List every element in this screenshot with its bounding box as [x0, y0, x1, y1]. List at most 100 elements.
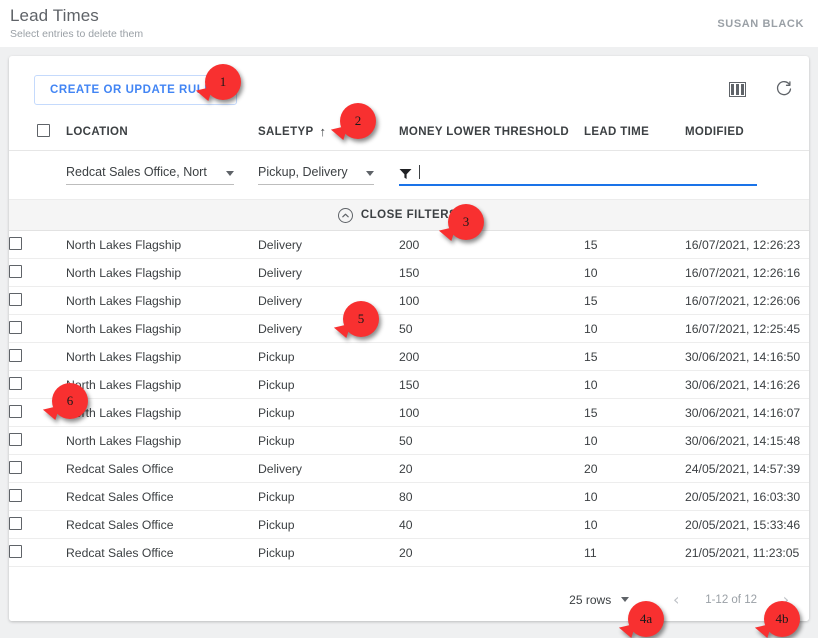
table-row[interactable]: North Lakes Flagship Delivery 50 10 16/07/20… — [9, 314, 809, 343]
row-select-cell — [9, 286, 66, 315]
row-checkbox[interactable] — [9, 460, 22, 474]
row-select-cell — [9, 342, 66, 371]
table-filter-section: Redcat Sales Office, Nort Pickup, Delive… — [9, 150, 809, 231]
lead-times-card: CREATE OR UPDATE RULES LOCATION SALETYP … — [9, 56, 809, 621]
filter-spacer-cell — [9, 150, 66, 200]
cell-saletype: Pickup — [258, 398, 399, 427]
row-checkbox[interactable] — [9, 432, 22, 446]
cell-saletype: Pickup — [258, 510, 399, 539]
table-row[interactable]: North Lakes Flagship Delivery 150 10 16/07/2… — [9, 258, 809, 287]
row-checkbox[interactable] — [9, 236, 22, 250]
previous-page-button[interactable]: ‹ — [669, 592, 683, 608]
cell-modified: 30/06/2021, 14:16:07 — [685, 398, 809, 427]
row-checkbox[interactable] — [9, 292, 22, 306]
close-filters-button[interactable]: CLOSE FILTERS — [9, 207, 809, 223]
filter-search-field[interactable] — [399, 164, 757, 186]
table-row[interactable]: North Lakes Flagship Delivery 200 15 16/07/2… — [9, 230, 809, 259]
toolbar-icon-group — [726, 78, 795, 100]
cell-location: Redcat Sales Office — [66, 510, 258, 539]
cell-modified: 16/07/2021, 12:26:06 — [685, 286, 809, 315]
callout-badge-1: 1 — [205, 64, 241, 100]
callout-badge-6: 6 — [52, 383, 88, 419]
cell-location: North Lakes Flagship — [66, 370, 258, 399]
cell-money: 20 — [399, 538, 584, 567]
rows-per-page-select[interactable]: 25 rows — [569, 593, 630, 607]
cell-saletype: Pickup — [258, 538, 399, 567]
table-row[interactable]: North Lakes Flagship Pickup 100 15 30/06/202… — [9, 398, 809, 427]
row-checkbox[interactable] — [9, 376, 22, 390]
cell-location: North Lakes Flagship — [66, 342, 258, 371]
row-checkbox[interactable] — [9, 348, 22, 362]
row-checkbox[interactable] — [9, 320, 22, 334]
cell-lead-time: 15 — [584, 230, 685, 259]
cell-modified: 30/06/2021, 14:16:50 — [685, 342, 809, 371]
column-header-saletype[interactable]: SALETYP ↑ — [258, 114, 399, 151]
filter-funnel-icon — [399, 168, 412, 180]
row-checkbox[interactable] — [9, 516, 22, 530]
cell-lead-time: 10 — [584, 258, 685, 287]
refresh-icon[interactable] — [773, 78, 795, 100]
chevron-down-icon — [226, 171, 234, 176]
cell-modified: 16/07/2021, 12:25:45 — [685, 314, 809, 343]
callout-badge-3: 3 — [448, 204, 484, 240]
table-row[interactable]: Redcat Sales Office Pickup 40 10 20/05/2021,… — [9, 510, 809, 539]
column-header-lead-time[interactable]: LEAD TIME — [584, 114, 685, 151]
cell-money: 200 — [399, 342, 584, 371]
cell-money: 20 — [399, 454, 584, 483]
page-header: Lead Times Select entries to delete them… — [0, 0, 818, 47]
chevron-down-icon — [621, 596, 630, 602]
table-body: North Lakes Flagship Delivery 200 15 16/07/2… — [9, 230, 809, 567]
filter-saletype-select[interactable]: Pickup, Delivery — [258, 165, 374, 185]
column-header-money-lower-threshold[interactable]: MONEY LOWER THRESHOLD — [399, 114, 584, 151]
table-row[interactable]: North Lakes Flagship Delivery 100 15 16/07/2… — [9, 286, 809, 315]
sort-ascending-icon[interactable]: ↑ — [320, 125, 327, 138]
cell-lead-time: 10 — [584, 482, 685, 511]
cell-lead-time: 15 — [584, 398, 685, 427]
text-cursor — [419, 164, 420, 179]
cell-money: 80 — [399, 482, 584, 511]
cell-location: North Lakes Flagship — [66, 258, 258, 287]
row-checkbox[interactable] — [9, 544, 22, 558]
table-row[interactable]: North Lakes Flagship Pickup 150 10 30/06/202… — [9, 370, 809, 399]
row-select-cell — [9, 230, 66, 259]
current-user-label[interactable]: SUSAN BLACK — [717, 18, 804, 30]
row-checkbox[interactable] — [9, 264, 22, 278]
cell-location: Redcat Sales Office — [66, 454, 258, 483]
table-toolbar: CREATE OR UPDATE RULES — [9, 56, 809, 114]
cell-location: North Lakes Flagship — [66, 286, 258, 315]
cell-saletype: Pickup — [258, 370, 399, 399]
table-row[interactable]: North Lakes Flagship Pickup 50 10 30/06/2021… — [9, 426, 809, 455]
cell-modified: 21/05/2021, 11:23:05 — [685, 538, 809, 567]
filter-location-select[interactable]: Redcat Sales Office, Nort — [66, 165, 234, 185]
page-range-label: 1-12 of 12 — [705, 594, 757, 606]
table-row[interactable]: Redcat Sales Office Delivery 20 20 24/05/202… — [9, 454, 809, 483]
column-header-modified[interactable]: MODIFIED — [685, 114, 809, 151]
cell-saletype: Delivery — [258, 286, 399, 315]
columns-icon[interactable] — [726, 78, 748, 100]
column-header-location-label: LOCATION — [66, 126, 128, 138]
callout-badge-2: 2 — [340, 103, 376, 139]
table-header: LOCATION SALETYP ↑ MONEY LOWER THRESHOLD — [9, 114, 809, 151]
table-row[interactable]: North Lakes Flagship Pickup 200 15 30/06/202… — [9, 342, 809, 371]
cell-modified: 30/06/2021, 14:15:48 — [685, 426, 809, 455]
table-row[interactable]: Redcat Sales Office Pickup 80 10 20/05/2021,… — [9, 482, 809, 511]
column-header-location[interactable]: LOCATION — [66, 114, 258, 151]
cell-lead-time: 10 — [584, 370, 685, 399]
filter-row: Redcat Sales Office, Nort Pickup, Delive… — [9, 150, 809, 200]
row-select-cell — [9, 454, 66, 483]
cell-lead-time: 15 — [584, 286, 685, 315]
close-filters-cell: CLOSE FILTERS — [9, 199, 809, 231]
cell-lead-time: 11 — [584, 538, 685, 567]
select-all-header — [9, 114, 66, 151]
row-checkbox[interactable] — [9, 488, 22, 502]
close-filters-label: CLOSE FILTERS — [360, 209, 458, 221]
cell-modified: 20/05/2021, 16:03:30 — [685, 482, 809, 511]
cell-saletype: Pickup — [258, 426, 399, 455]
select-all-checkbox[interactable] — [37, 124, 50, 137]
row-checkbox[interactable] — [9, 404, 22, 418]
filter-saletype-value: Pickup, Delivery — [258, 165, 348, 179]
cell-money: 200 — [399, 230, 584, 259]
table-row[interactable]: Redcat Sales Office Pickup 20 11 21/05/2021,… — [9, 538, 809, 567]
filter-location-cell: Redcat Sales Office, Nort — [66, 150, 258, 200]
cell-modified: 16/07/2021, 12:26:23 — [685, 230, 809, 259]
